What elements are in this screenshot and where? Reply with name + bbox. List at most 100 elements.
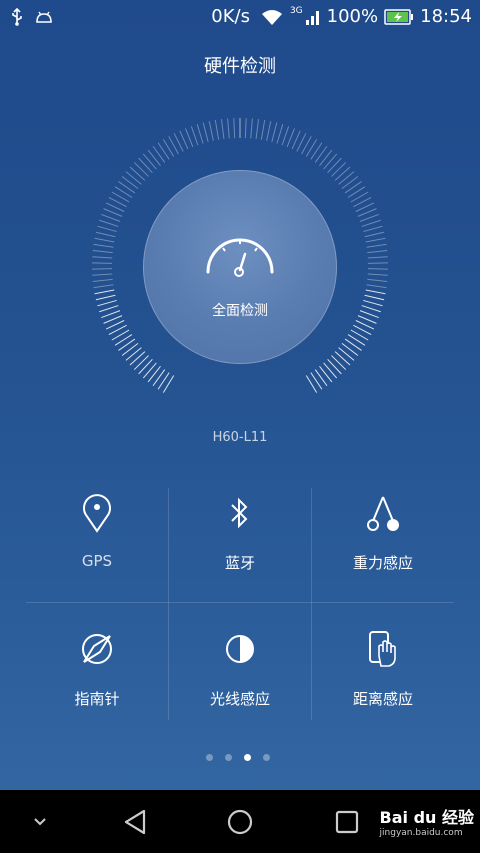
dial-tick <box>361 305 381 313</box>
dial-tick <box>94 237 115 243</box>
dial-tick <box>133 162 149 177</box>
dial-tick <box>305 375 318 393</box>
wifi-icon <box>261 9 282 25</box>
dial-tick <box>118 338 136 351</box>
dial-tick <box>363 299 383 307</box>
test-proximity[interactable]: 距离感应 <box>312 604 454 720</box>
recent-apps-button[interactable] <box>322 790 372 853</box>
proximity-icon <box>369 631 396 667</box>
full-scan-label: 全面检测 <box>212 303 268 319</box>
network-speed: 0K/s <box>211 6 250 27</box>
dial-tick <box>338 347 355 361</box>
dial-tick <box>367 256 388 259</box>
test-label: 重力感应 <box>352 554 413 572</box>
dial-tick <box>314 145 328 163</box>
dial-tick <box>314 369 328 387</box>
signal-icon <box>305 10 319 25</box>
page-title: 硬件检测 <box>204 56 276 77</box>
dial-tick <box>331 355 347 370</box>
dial-tick <box>129 166 146 181</box>
page-dot[interactable] <box>263 754 270 761</box>
hide-nav-button[interactable] <box>20 790 60 853</box>
dial-tick <box>196 124 204 144</box>
page-indicator <box>206 754 270 761</box>
dial-tick <box>152 145 166 163</box>
dial-tick <box>99 305 119 313</box>
android-icon <box>36 11 52 23</box>
dial-tick <box>147 366 161 383</box>
dial-tick <box>367 273 388 276</box>
dial-tick <box>319 366 333 383</box>
test-label: 距离感应 <box>352 690 413 708</box>
home-button[interactable] <box>215 790 265 853</box>
home-circle-icon <box>227 809 253 834</box>
dial-tick <box>341 342 359 356</box>
clock: 18:54 <box>420 6 472 27</box>
dial-tick <box>255 119 260 140</box>
dial-tick <box>121 176 139 190</box>
dial-tick <box>129 351 146 366</box>
dial-tick <box>341 176 359 190</box>
dial-tick <box>366 243 387 248</box>
page-dot[interactable] <box>206 754 213 761</box>
test-gps[interactable]: GPS <box>26 488 168 604</box>
dial-tick <box>214 119 220 140</box>
watermark: Bai du 经验 jingyan.baidu.com <box>380 804 474 838</box>
dial-tick <box>92 250 113 254</box>
test-light-sensor[interactable]: 光线感应 <box>169 604 311 720</box>
dial-tick <box>361 219 381 227</box>
dial-tick <box>125 347 142 361</box>
dial-tick <box>357 315 377 324</box>
dial-tick <box>147 149 161 166</box>
dial-tick <box>133 355 149 370</box>
dial-tick <box>208 121 214 141</box>
dial-tick <box>157 142 170 160</box>
light-sensor-icon <box>226 635 254 663</box>
dial-tick <box>152 369 166 387</box>
dial-tick <box>271 122 278 143</box>
dial-tick <box>202 122 209 143</box>
test-gravity[interactable]: 重力感应 <box>312 488 454 604</box>
dial-tick <box>327 157 342 174</box>
page-dot-active[interactable] <box>244 754 251 761</box>
dial-tick <box>364 294 385 301</box>
dial-tick <box>323 362 338 379</box>
dial-tick <box>138 358 153 375</box>
dial-tick <box>323 153 338 170</box>
dial-tick <box>310 372 323 390</box>
signal-type: 3G <box>289 6 303 16</box>
dial-tick <box>366 284 387 289</box>
dial-tick <box>365 289 386 295</box>
back-triangle-icon <box>124 809 146 834</box>
dial-tick <box>97 299 117 307</box>
dial-tick <box>94 289 115 295</box>
dial-tick <box>93 243 114 248</box>
device-model: H60-L11 <box>212 430 268 445</box>
watermark-brand: Bai du 经验 <box>379 808 474 827</box>
test-label: 光线感应 <box>209 690 270 708</box>
full-scan-button[interactable]: 全面检测 <box>143 170 337 364</box>
back-button[interactable] <box>110 790 160 853</box>
status-bar: 0K/s 3G 100% 18:54 <box>0 0 480 34</box>
dial-tick <box>359 310 379 319</box>
dial-tick <box>220 119 225 140</box>
navigation-bar: Bai du 经验 jingyan.baidu.com <box>0 790 480 853</box>
location-pin-icon <box>83 494 111 533</box>
dial-tick <box>227 118 230 139</box>
dial-tick <box>250 118 253 139</box>
dial-tick <box>310 142 323 160</box>
dial-tick <box>344 338 362 351</box>
battery-percent: 100% <box>326 6 379 27</box>
dial-tick <box>233 118 236 139</box>
page-dot[interactable] <box>225 754 232 761</box>
dial-tick <box>334 166 351 181</box>
test-compass[interactable]: 指南针 <box>26 604 168 720</box>
test-label: GPS <box>81 552 113 570</box>
dial-tick <box>367 250 388 254</box>
test-label: 蓝牙 <box>224 554 255 572</box>
test-bluetooth[interactable]: 蓝牙 <box>169 488 311 604</box>
dial-tick <box>99 219 119 227</box>
dial-tick <box>357 208 377 217</box>
dial-tick <box>121 342 139 356</box>
dial-tick <box>142 153 157 170</box>
